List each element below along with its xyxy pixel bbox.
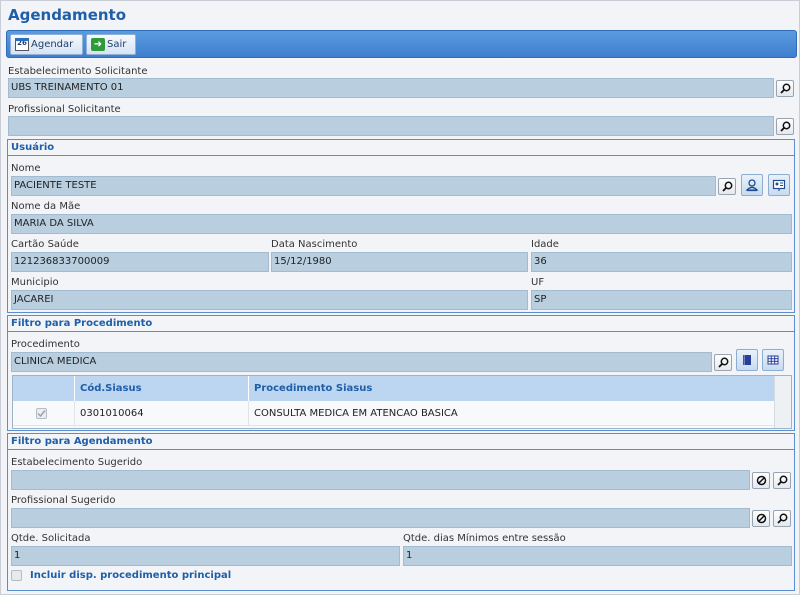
row-procedimento-cell: CONSULTA MEDICA EM ATENCAO BASICA — [254, 408, 458, 419]
nome-mae-field[interactable]: MARIA DA SILVA — [11, 214, 792, 234]
page-title: Agendamento — [8, 6, 127, 24]
qtde-dias-field[interactable]: 1 — [403, 546, 792, 566]
filtro-agendamento-title: Filtro para Agendamento — [11, 436, 153, 447]
clear-icon — [756, 475, 766, 486]
estabelecimento-solicitante-search-button[interactable] — [776, 80, 794, 97]
magnifier-icon — [779, 121, 790, 132]
profissional-solicitante-label: Profissional Solicitante — [8, 104, 121, 115]
section-divider — [8, 331, 794, 332]
estabelecimento-sugerido-field[interactable] — [11, 470, 750, 490]
table-row[interactable]: 0301010064 CONSULTA MEDICA EM ATENCAO BA… — [13, 401, 775, 426]
procedimento-grid-button[interactable] — [762, 349, 784, 371]
magnifier-icon — [717, 357, 728, 368]
uf-field[interactable]: SP — [531, 290, 792, 310]
cartao-saude-field[interactable]: 121236833700009 — [11, 252, 269, 272]
idade-label: Idade — [531, 239, 559, 250]
profissional-solicitante-search-button[interactable] — [776, 118, 794, 135]
cartao-saude-label: Cartão Saúde — [11, 239, 79, 250]
user-profile-button[interactable] — [741, 174, 763, 196]
id-card-icon — [772, 179, 786, 191]
estabelecimento-solicitante-label: Estabelecimento Solicitante — [8, 66, 148, 77]
section-divider — [8, 449, 794, 450]
uf-label: UF — [531, 277, 545, 288]
magnifier-icon — [776, 513, 787, 524]
nome-label: Nome — [11, 163, 41, 174]
profissional-sugerido-label: Profissional Sugerido — [11, 495, 116, 506]
table-icon — [767, 355, 779, 365]
row-codigo-cell: 0301010064 — [75, 401, 249, 426]
incluir-disp-label[interactable]: Incluir disp. procedimento principal — [30, 570, 231, 581]
section-divider — [8, 155, 794, 156]
procedimento-grid: Cód.Siasus Procedimento Siasus 030101006… — [12, 375, 792, 429]
row-checkbox[interactable] — [36, 408, 47, 419]
checkmark-icon — [37, 410, 46, 418]
qtde-solicitada-label: Qtde. Solicitada — [11, 533, 91, 544]
procedimento-label: Procedimento — [11, 339, 80, 350]
procedimento-field[interactable]: CLINICA MEDICA — [11, 352, 712, 372]
grid-header-procedimento[interactable]: Procedimento Siasus — [249, 376, 775, 401]
sair-button-label: Sair — [107, 39, 127, 50]
nome-field[interactable]: PACIENTE TESTE — [11, 176, 716, 196]
grid-scrollbar[interactable] — [774, 376, 791, 428]
idade-field[interactable]: 36 — [531, 252, 792, 272]
clear-icon — [756, 513, 766, 524]
row-check-cell — [13, 401, 75, 426]
profissional-sugerido-search-button[interactable] — [773, 510, 791, 527]
calendar-icon: 26 — [15, 38, 29, 51]
procedimento-list-button[interactable] — [736, 349, 758, 371]
nome-mae-label: Nome da Mãe — [11, 201, 81, 212]
agendar-button-label: Agendar — [31, 39, 74, 50]
magnifier-icon — [776, 475, 787, 486]
data-nascimento-field[interactable]: 15/12/1980 — [271, 252, 528, 272]
user-card-button[interactable] — [768, 174, 790, 196]
filtro-procedimento-title: Filtro para Procedimento — [11, 318, 153, 329]
grid-header: Cód.Siasus Procedimento Siasus — [13, 376, 775, 401]
toolbar: 26 Agendar ➜ Sair — [6, 30, 797, 58]
procedimento-search-button[interactable] — [714, 354, 732, 371]
nome-search-button[interactable] — [718, 178, 736, 195]
magnifier-icon — [721, 181, 732, 192]
magnifier-icon — [779, 83, 790, 94]
profissional-sugerido-clear-button[interactable] — [752, 510, 770, 527]
sair-button[interactable]: ➜ Sair — [86, 34, 136, 55]
agendar-button[interactable]: 26 Agendar — [10, 34, 83, 55]
profissional-sugerido-field[interactable] — [11, 508, 750, 528]
grid-header-check — [13, 376, 75, 401]
estabelecimento-sugerido-clear-button[interactable] — [752, 472, 770, 489]
qtde-dias-label: Qtde. dias Mínimos entre sessão — [403, 533, 566, 544]
data-nascimento-label: Data Nascimento — [271, 239, 358, 250]
exit-arrow-icon: ➜ — [91, 38, 105, 51]
usuario-section-title: Usuário — [11, 142, 55, 153]
grid-header-codigo[interactable]: Cód.Siasus — [75, 376, 249, 401]
municipio-label: Municipio — [11, 277, 59, 288]
user-icon — [745, 179, 759, 192]
qtde-solicitada-field[interactable]: 1 — [11, 546, 400, 566]
book-icon — [743, 355, 751, 365]
incluir-disp-checkbox[interactable] — [11, 570, 22, 581]
municipio-field[interactable]: JACAREI — [11, 290, 528, 310]
estabelecimento-sugerido-search-button[interactable] — [773, 472, 791, 489]
estabelecimento-sugerido-label: Estabelecimento Sugerido — [11, 457, 143, 468]
profissional-solicitante-field[interactable] — [8, 116, 774, 136]
estabelecimento-solicitante-field[interactable]: UBS TREINAMENTO 01 — [8, 78, 774, 98]
